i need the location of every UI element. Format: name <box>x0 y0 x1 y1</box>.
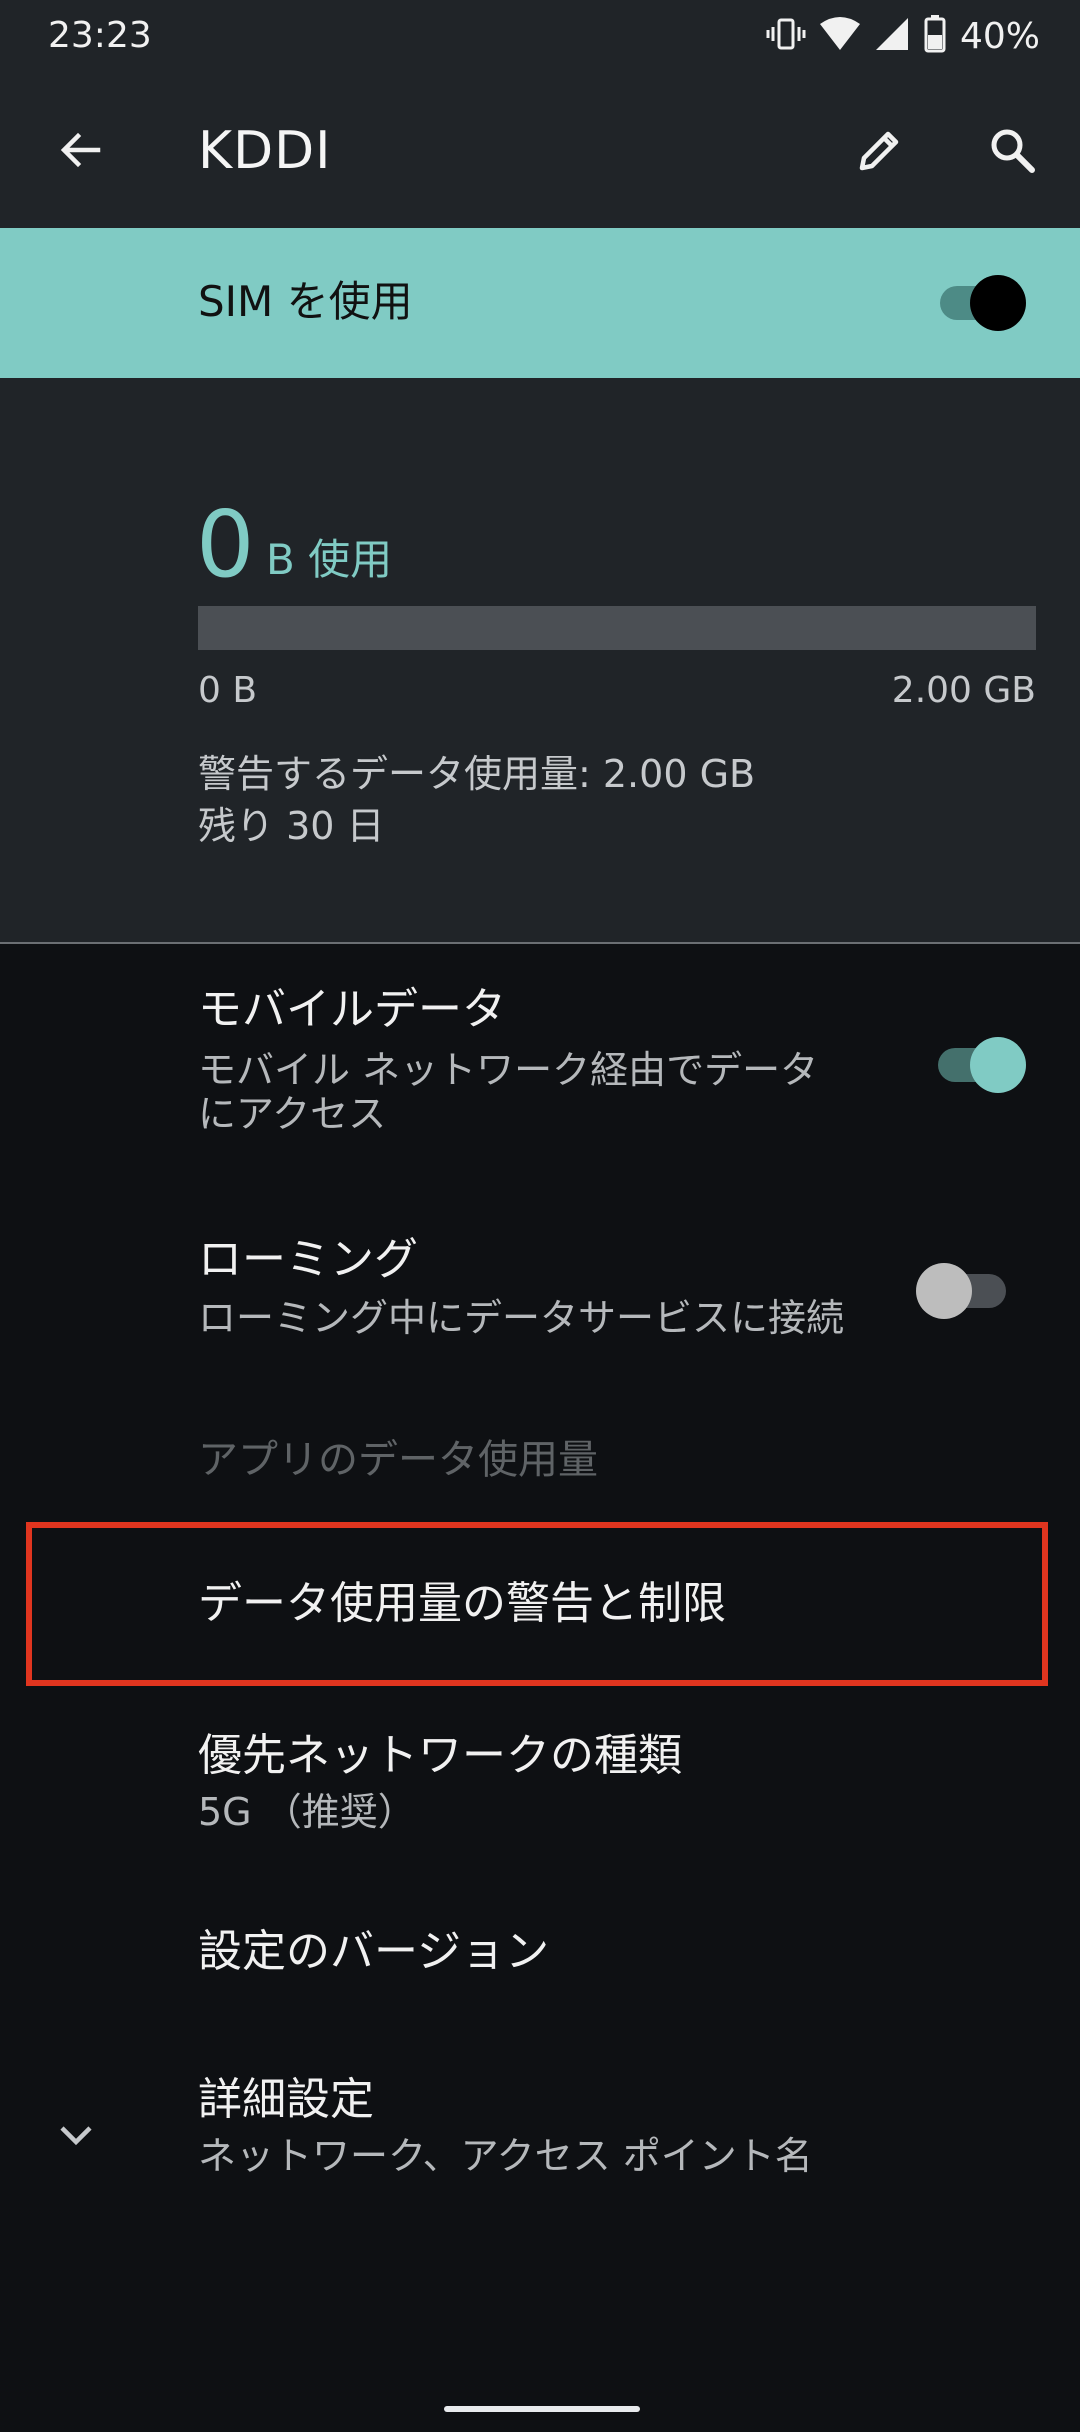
status-time: 23:23 <box>48 15 152 56</box>
warning-threshold-text: 警告するデータ使用量: 2.00 GB <box>198 752 756 796</box>
battery-percent: 40% <box>959 15 1040 57</box>
mobile-data-switch[interactable] <box>930 1032 1050 1098</box>
mobile-data-title: モバイルデータ <box>198 984 506 1035</box>
config-version-row[interactable]: 設定のバージョン <box>0 1922 1080 2032</box>
signal-icon <box>874 16 910 56</box>
advanced-title: 詳細設定 <box>198 2074 374 2125</box>
advanced-subtitle: ネットワーク、アクセス ポイント名 <box>198 2134 813 2178</box>
mobile-data-subtitle-1: モバイル ネットワーク経由でデータ <box>198 1048 819 1092</box>
page-title: KDDI <box>198 121 332 181</box>
days-remaining-text: 残り 30 日 <box>198 804 385 848</box>
mobile-data-subtitle-2: にアクセス <box>198 1092 387 1136</box>
home-indicator[interactable] <box>444 2406 640 2412</box>
roaming-switch-thumb <box>916 1263 972 1319</box>
usage-min-label: 0 B <box>198 670 258 711</box>
divider <box>0 942 1080 944</box>
roaming-title: ローミング <box>198 1234 418 1285</box>
back-arrow-icon <box>60 132 101 168</box>
usage-progress-bar <box>198 606 1036 650</box>
preferred-network-subtitle: 5G （推奨） <box>198 1790 416 1834</box>
sim-switch-thumb <box>970 275 1026 331</box>
mobile-data-row[interactable]: モバイルデータ モバイル ネットワーク経由でデータ にアクセス <box>0 980 1080 1140</box>
battery-icon <box>924 15 946 57</box>
highlight-box <box>26 1522 1048 1686</box>
vibrate-icon <box>766 14 806 58</box>
search-icon <box>991 129 1035 173</box>
usage-unit: B 使用 <box>266 535 393 584</box>
preferred-network-title: 優先ネットワークの種類 <box>198 1730 682 1781</box>
sim-switch[interactable] <box>936 270 1056 336</box>
sim-toggle-row[interactable] <box>0 228 1080 378</box>
advanced-row[interactable]: 詳細設定 ネットワーク、アクセス ポイント名 <box>0 2070 1080 2200</box>
app-data-usage-header: アプリのデータ使用量 <box>198 1437 598 1483</box>
config-version-title: 設定のバージョン <box>198 1926 550 1977</box>
usage-amount: 0 <box>196 491 255 598</box>
usage-max-label: 2.00 GB <box>891 670 1036 711</box>
roaming-switch[interactable] <box>910 1258 1030 1324</box>
status-icons: 40% <box>766 12 1040 60</box>
edit-button[interactable] <box>840 110 920 190</box>
wifi-icon <box>819 16 860 56</box>
sim-label: SIM を使用 <box>198 277 413 326</box>
roaming-row[interactable]: ローミング ローミング中にデータサービスに接続 <box>0 1230 1080 1350</box>
roaming-subtitle: ローミング中にデータサービスに接続 <box>198 1296 845 1340</box>
mobile-data-switch-thumb <box>970 1037 1026 1093</box>
back-button[interactable] <box>40 110 120 190</box>
pencil-icon <box>859 131 899 171</box>
chevron-down-icon <box>52 2110 100 2162</box>
search-button[interactable] <box>972 110 1052 190</box>
preferred-network-row[interactable]: 優先ネットワークの種類 5G （推奨） <box>0 1726 1080 1846</box>
